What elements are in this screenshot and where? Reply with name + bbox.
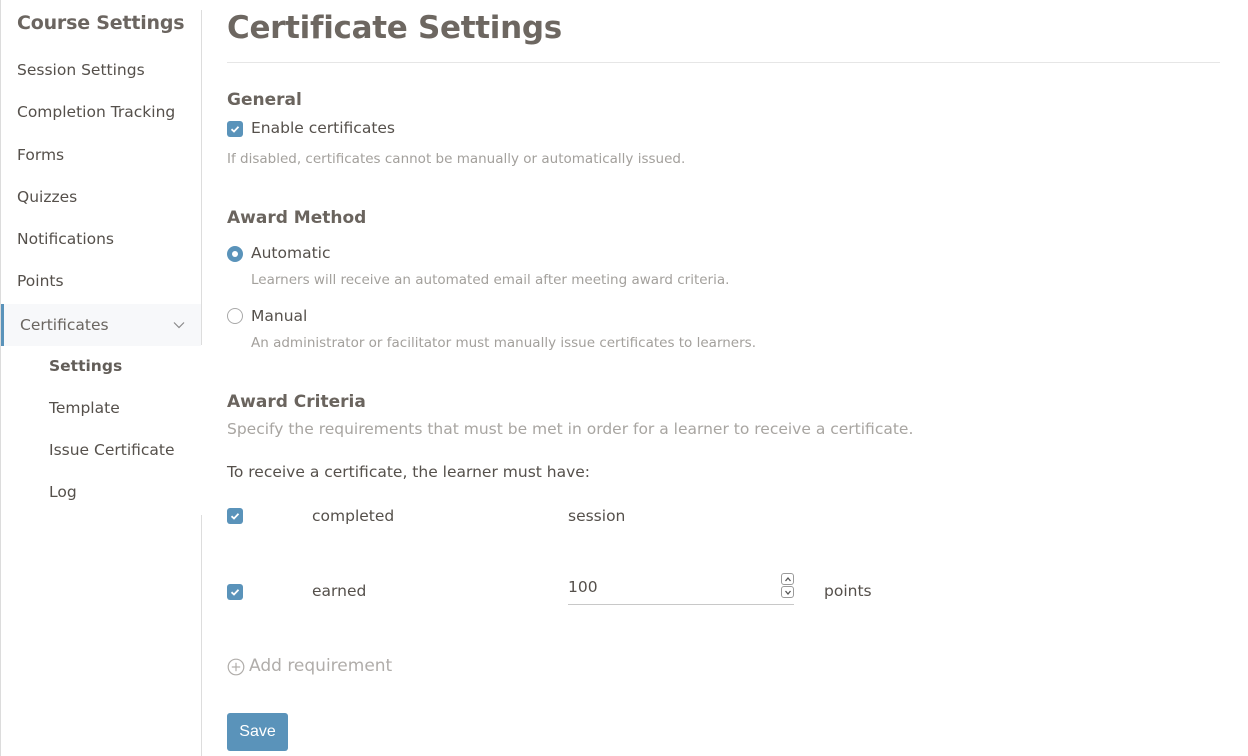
checkmark-icon (230, 589, 240, 596)
manual-label[interactable]: Manual (251, 307, 307, 325)
page-title: Certificate Settings (227, 10, 562, 46)
sidebar-item-session-settings[interactable]: Session Settings (17, 61, 145, 79)
chevron-down-icon (173, 322, 185, 329)
decrement-button[interactable] (781, 586, 794, 598)
sidebar-item-quizzes[interactable]: Quizzes (17, 188, 77, 206)
general-heading: General (227, 90, 302, 110)
automatic-radio[interactable] (227, 246, 243, 262)
title-divider (227, 62, 1220, 63)
award-method-heading: Award Method (227, 208, 367, 228)
enable-certificates-checkbox[interactable] (227, 121, 243, 137)
general-help-text: If disabled, certificates cannot be manu… (227, 151, 686, 167)
sidebar: Course Settings Session Settings Complet… (1, 0, 202, 756)
checkmark-icon (230, 513, 240, 520)
checkmark-icon (230, 126, 240, 133)
sidebar-title: Course Settings (17, 12, 185, 34)
automatic-help-text: Learners will receive an automated email… (251, 272, 730, 288)
sidebar-item-forms[interactable]: Forms (17, 146, 64, 164)
sidebar-item-certificates[interactable]: Certificates (1, 304, 201, 346)
sidebar-subitem-template[interactable]: Template (49, 399, 120, 417)
sidebar-item-label: Certificates (20, 316, 109, 334)
award-criteria-help-text: Specify the requirements that must be me… (227, 420, 914, 438)
sidebar-subitem-settings[interactable]: Settings (49, 357, 122, 375)
requirement-verb: earned (312, 582, 367, 600)
increment-button[interactable] (781, 573, 794, 585)
sidebar-item-notifications[interactable]: Notifications (17, 230, 114, 248)
requirement-verb: completed (312, 507, 395, 525)
sidebar-item-points[interactable]: Points (17, 272, 64, 290)
sidebar-subitem-issue-certificate[interactable]: Issue Certificate (49, 441, 175, 459)
add-requirement-label: Add requirement (249, 656, 393, 676)
chevron-up-icon (785, 576, 791, 582)
requirement-unit: points (824, 582, 872, 600)
chevron-down-icon (785, 590, 791, 596)
manual-radio[interactable] (227, 308, 243, 324)
number-stepper[interactable] (781, 573, 794, 599)
sidebar-divider (201, 515, 202, 756)
plus-circle-icon (227, 658, 245, 676)
requirement-target: session (568, 507, 626, 525)
manual-help-text: An administrator or facilitator must man… (251, 335, 756, 351)
award-criteria-heading: Award Criteria (227, 392, 366, 412)
automatic-label[interactable]: Automatic (251, 244, 331, 262)
save-button[interactable]: Save (227, 713, 288, 751)
sidebar-divider (201, 10, 202, 345)
award-criteria-intro: To receive a certificate, the learner mu… (227, 463, 591, 481)
sidebar-subitem-log[interactable]: Log (49, 483, 77, 501)
points-value[interactable]: 100 (568, 578, 598, 596)
requirement-earned-checkbox[interactable] (227, 584, 243, 600)
requirement-completed-checkbox[interactable] (227, 508, 243, 524)
points-number-input[interactable]: 100 (568, 572, 794, 605)
sidebar-item-completion-tracking[interactable]: Completion Tracking (17, 103, 175, 121)
enable-certificates-label[interactable]: Enable certificates (251, 119, 395, 137)
